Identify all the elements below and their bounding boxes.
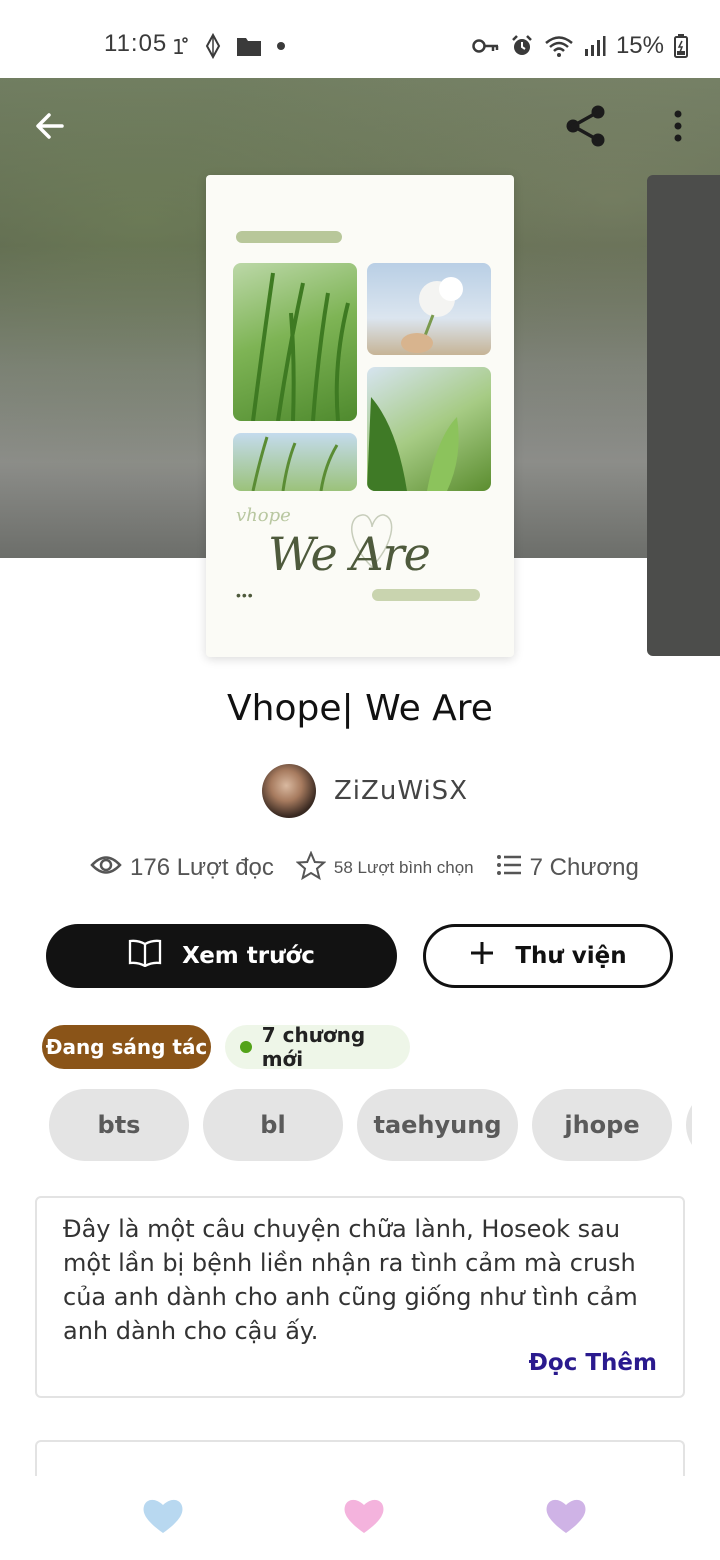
- chapters-count[interactable]: 7 Chương: [530, 854, 639, 882]
- cover-photo-grass: [233, 263, 357, 421]
- story-stats: 176 Lượt đọc 58 Lượt bình chọn 7 Chương: [90, 848, 639, 888]
- list-icon: [496, 854, 522, 883]
- more-vertical-icon: [672, 110, 684, 147]
- battery-icon: [674, 34, 688, 58]
- tag-list: bts bl taehyung jhope: [0, 1089, 692, 1161]
- cover-subtitle: vhope: [236, 505, 291, 526]
- book-icon: [128, 939, 162, 973]
- cover-photo-leaf: [367, 367, 491, 491]
- key-icon: [472, 37, 500, 55]
- folder-icon: [236, 35, 262, 57]
- back-arrow-icon: [34, 110, 66, 147]
- dot-icon: [276, 41, 286, 51]
- status-badge: Đang sáng tác: [42, 1025, 211, 1069]
- plus-icon: [469, 940, 495, 972]
- heart-icon[interactable]: [141, 1496, 185, 1536]
- cover-photo-grass-2: [233, 433, 357, 491]
- description-card: Đây là một câu chuyện chữa lành, Hoseok …: [35, 1196, 685, 1398]
- green-dot-icon: [240, 1041, 252, 1053]
- bottom-reaction-bar: [0, 1476, 720, 1560]
- preview-label: Xem trước: [182, 943, 315, 969]
- votes-stat: 58 Lượt bình chọn: [295, 849, 474, 886]
- chapters-stat[interactable]: 7 Chương: [496, 854, 639, 883]
- location-icon: [204, 33, 222, 59]
- reads-stat: 176 Lượt đọc: [90, 854, 274, 883]
- heart-icon[interactable]: [342, 1496, 386, 1536]
- temperature-icon: 1: [170, 34, 190, 58]
- story-cover: vhope We Are •••: [206, 175, 514, 657]
- status-left-icons: 1: [170, 30, 286, 62]
- share-button[interactable]: [558, 100, 614, 156]
- new-chapters-label: 7 chương mới: [261, 1023, 366, 1071]
- more-options-button[interactable]: [650, 100, 706, 156]
- author-link[interactable]: ZiZuWiSX: [262, 764, 468, 818]
- tag-chip[interactable]: bts: [49, 1089, 189, 1161]
- alarm-icon: [510, 34, 534, 58]
- cover-photo-flower: [367, 263, 491, 355]
- author-name[interactable]: ZiZuWiSX: [334, 776, 468, 806]
- next-story-cover[interactable]: [647, 175, 720, 656]
- wifi-icon: [544, 34, 574, 58]
- story-title: Vhope| We Are: [227, 688, 493, 729]
- reads-count: 176 Lượt đọc: [130, 854, 274, 881]
- cover-decor-bar: [236, 231, 342, 243]
- tag-chip[interactable]: bl: [203, 1089, 343, 1161]
- status-bar: 11:05 1 15%: [0, 0, 720, 78]
- heart-icon[interactable]: [544, 1496, 588, 1536]
- tag-chip[interactable]: taehyung: [357, 1089, 518, 1161]
- avatar[interactable]: [262, 764, 316, 818]
- share-icon: [564, 104, 608, 153]
- new-chapters-badge: 7 chương mới: [225, 1023, 410, 1071]
- cover-decor-pill: [372, 589, 480, 601]
- eye-icon: [90, 854, 122, 883]
- battery-percent: 15%: [615, 32, 664, 59]
- signal-icon: [584, 35, 606, 57]
- votes-count: 58 Lượt bình chọn: [333, 858, 474, 877]
- back-button[interactable]: [22, 100, 78, 156]
- library-label: Thư viện: [515, 943, 627, 969]
- description-text: Đây là một câu chuyện chữa lành, Hoseok …: [63, 1215, 638, 1345]
- status-time: 11:05: [104, 30, 168, 57]
- add-to-library-button[interactable]: Thư viện: [423, 924, 673, 988]
- read-more-link[interactable]: Đọc Thêm: [529, 1350, 657, 1376]
- preview-button[interactable]: Xem trước: [46, 924, 397, 988]
- status-right: 15%: [472, 30, 688, 62]
- cover-title: We Are: [268, 527, 431, 581]
- tag-chip[interactable]: [686, 1089, 692, 1161]
- star-icon: [295, 849, 327, 886]
- tag-chip[interactable]: jhope: [532, 1089, 672, 1161]
- cover-dots: •••: [236, 587, 254, 603]
